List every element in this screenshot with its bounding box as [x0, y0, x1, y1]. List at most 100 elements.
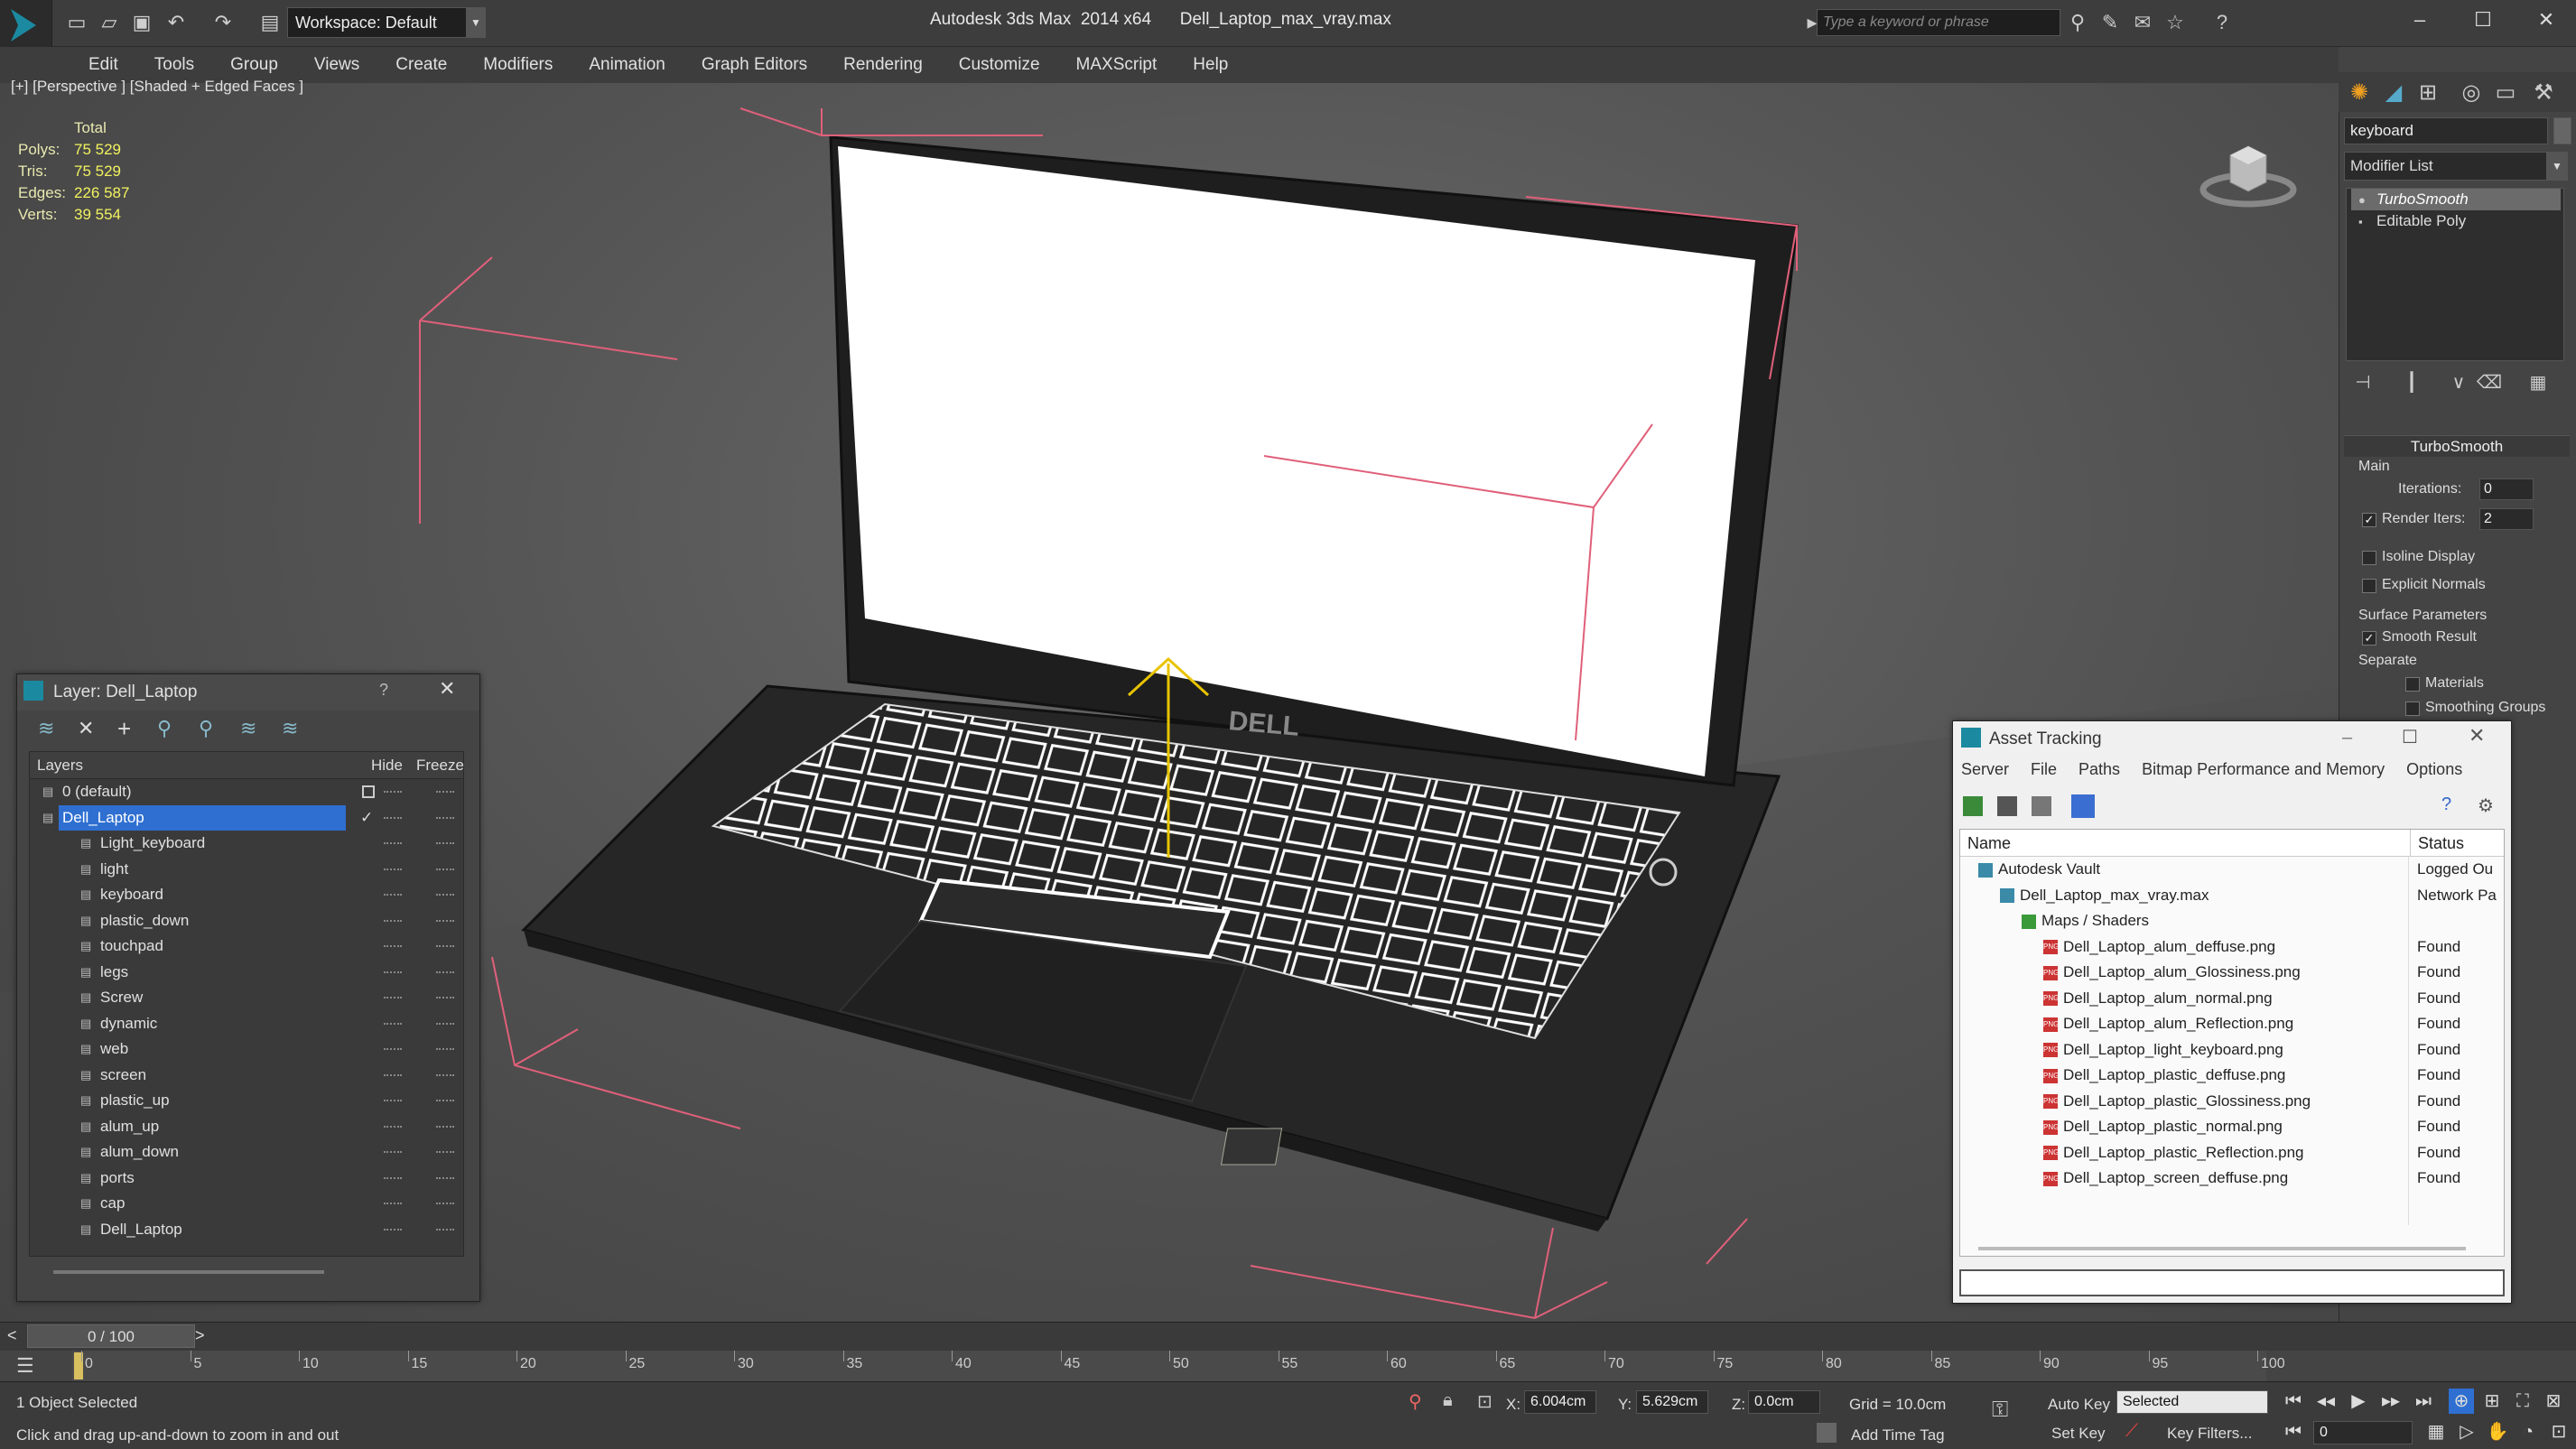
remove-modifier-icon[interactable]: ⌫ — [2476, 370, 2503, 395]
current-frame-field[interactable]: 0 — [2313, 1421, 2413, 1444]
hide-toggle[interactable] — [384, 1048, 402, 1050]
menu-item-help[interactable]: Help — [1175, 55, 1246, 75]
utilities-tab-icon[interactable]: ⚒ — [2528, 78, 2559, 108]
table-view-icon[interactable] — [2071, 794, 2095, 818]
zoom-all-icon[interactable]: ⊞ — [2479, 1389, 2505, 1414]
key-icon[interactable]: ⚿ — [1992, 1398, 2008, 1423]
freeze-toggle[interactable] — [436, 1203, 454, 1204]
zoom-icon[interactable]: ⊕ — [2449, 1389, 2474, 1414]
key-mode-toggle-icon[interactable]: ⏮ — [2281, 1419, 2306, 1444]
asset-menu-server[interactable]: Server — [1961, 760, 2009, 779]
freeze-toggle[interactable] — [436, 919, 454, 922]
key-mode-dropdown[interactable]: Selected — [2116, 1390, 2268, 1414]
zoom-extents-all-icon[interactable]: ⊠ — [2541, 1389, 2566, 1414]
stack-item-turbosmooth[interactable]: TurboSmooth — [2351, 189, 2561, 210]
asset-menu-options[interactable]: Options — [2406, 760, 2462, 779]
next-frame-icon[interactable]: > — [195, 1326, 205, 1345]
hide-toggle[interactable] — [384, 971, 402, 973]
track-bar[interactable]: 0 5 10 15 20 25 30 35 40 45 50 55 60 65 70 75 80 85 90 95 10… — [72, 1351, 2285, 1381]
path-field[interactable] — [1959, 1269, 2505, 1296]
col-status[interactable]: Status — [2410, 830, 2464, 857]
menu-item-maxscript[interactable]: MAXScript — [1058, 55, 1176, 75]
layer-name[interactable]: plastic_up — [97, 1088, 173, 1114]
layer-name[interactable]: screen — [97, 1063, 150, 1089]
layer-name[interactable]: plastic_down — [97, 908, 192, 934]
hierarchy-tab-icon[interactable]: ⊞ — [2413, 78, 2443, 108]
current-layer-icon[interactable] — [362, 785, 375, 798]
pin-icon[interactable]: ⚲ — [1409, 1390, 1422, 1413]
freeze-toggle[interactable] — [436, 816, 454, 819]
viewcube-icon[interactable] — [2194, 119, 2302, 218]
layer-row[interactable]: ▤ Light_keyboard — [30, 831, 463, 857]
thumbnail-view-icon[interactable] — [2032, 796, 2051, 816]
menu-item-create[interactable]: Create — [377, 55, 465, 75]
show-end-result-icon[interactable]: ┃ — [2398, 370, 2425, 395]
layer-row[interactable]: ▤ Dell_Laptop — [30, 1217, 463, 1243]
horizontal-scrollbar[interactable] — [1978, 1247, 2466, 1250]
track-bar-icon[interactable]: ☰ — [16, 1354, 34, 1378]
render-iters-spinner[interactable]: 2 — [2479, 508, 2534, 530]
play-icon[interactable]: ▶ — [2346, 1389, 2371, 1414]
expand-icon[interactable]: ▪ — [2358, 215, 2363, 228]
layer-name[interactable]: light — [97, 857, 132, 883]
favorites-icon[interactable]: ☆ — [2162, 9, 2189, 36]
modifier-list-dropdown[interactable]: Modifier List — [2344, 152, 2566, 181]
previous-key-icon[interactable]: ◂◂ — [2313, 1389, 2339, 1414]
menu-item-views[interactable]: Views — [296, 55, 377, 75]
layer-row[interactable]: ▤ keyboard — [30, 882, 463, 908]
layer-row[interactable]: ▤ dynamic — [30, 1011, 463, 1037]
freeze-toggle[interactable] — [436, 1176, 454, 1179]
freeze-toggle[interactable] — [436, 945, 454, 947]
freeze-toggle[interactable] — [436, 1125, 454, 1128]
time-config-icon[interactable]: ▦ — [2423, 1419, 2449, 1444]
close-icon[interactable]: ✕ — [2469, 724, 2485, 748]
binoculars-icon[interactable]: ⚲ — [2064, 9, 2091, 36]
select-objects-icon[interactable]: ⚲ — [157, 717, 172, 740]
next-key-icon[interactable]: ▸▸ — [2378, 1389, 2404, 1414]
asset-row[interactable]: PNG Dell_Laptop_alum_normal.png Found — [1960, 986, 2504, 1012]
minimize-button[interactable]: – — [2342, 728, 2352, 748]
freeze-toggle[interactable] — [436, 1073, 454, 1076]
smooth-result-checkbox[interactable]: ✓ — [2362, 631, 2376, 646]
go-to-start-icon[interactable]: ⏮ — [2281, 1389, 2306, 1414]
viewport-label[interactable]: [+] [Perspective ] [Shaded + Edged Faces… — [11, 78, 303, 96]
layer-row[interactable]: ▤ ports — [30, 1166, 463, 1192]
hide-toggle[interactable] — [384, 816, 402, 819]
asset-row[interactable]: Dell_Laptop_max_vray.max Network Pa — [1960, 883, 2504, 909]
hide-toggle[interactable] — [384, 1073, 402, 1076]
asset-row[interactable]: PNG Dell_Laptop_alum_Reflection.png Found — [1960, 1011, 2504, 1037]
smoothing-groups-checkbox[interactable] — [2405, 701, 2420, 716]
freeze-toggle[interactable] — [436, 894, 454, 896]
asset-menu-file[interactable]: File — [2031, 760, 2057, 779]
menu-item-tools[interactable]: Tools — [136, 55, 212, 75]
hide-toggle[interactable] — [384, 919, 402, 922]
layer-name[interactable]: 0 (default) — [59, 779, 135, 805]
hide-toggle[interactable] — [384, 791, 402, 793]
layer-row[interactable]: ▤ web — [30, 1036, 463, 1063]
freeze-toggle[interactable] — [436, 1048, 454, 1050]
layer-row[interactable]: ▤ alum_down — [30, 1139, 463, 1166]
zoom-extents-icon[interactable]: ⛶ — [2510, 1389, 2535, 1414]
save-icon[interactable]: ▣ — [128, 9, 155, 36]
workspace-dropdown[interactable]: Workspace: Default — [287, 7, 484, 38]
make-unique-icon[interactable]: ∨ — [2445, 370, 2472, 395]
field-of-view-icon[interactable]: ▷ — [2454, 1419, 2479, 1444]
object-name-field[interactable]: keyboard — [2344, 117, 2548, 144]
col-layers[interactable]: Layers — [37, 752, 83, 779]
open-file-icon[interactable]: ▱ — [96, 9, 123, 36]
x-coordinate-field[interactable]: 6.004cm — [1524, 1390, 1596, 1414]
set-key-button[interactable]: Set Key — [2051, 1425, 2106, 1443]
hide-toggle[interactable] — [384, 842, 402, 844]
hide-toggle[interactable] — [384, 997, 402, 999]
freeze-toggle[interactable] — [436, 1100, 454, 1101]
render-iters-checkbox[interactable]: ✓ — [2362, 513, 2376, 527]
layer-name[interactable]: alum_up — [97, 1114, 163, 1140]
help-icon[interactable]: ? — [2209, 9, 2236, 36]
layer-name[interactable]: ports — [97, 1166, 138, 1192]
stack-item-editable-poly[interactable]: Editable Poly — [2351, 210, 2561, 232]
asset-row[interactable]: Autodesk Vault Logged Ou — [1960, 857, 2504, 883]
maximize-button[interactable]: ☐ — [2451, 0, 2515, 40]
layer-row[interactable]: ▤ Screw — [30, 985, 463, 1011]
freeze-toggle[interactable] — [436, 997, 454, 999]
close-icon[interactable]: ✕ — [439, 677, 455, 701]
